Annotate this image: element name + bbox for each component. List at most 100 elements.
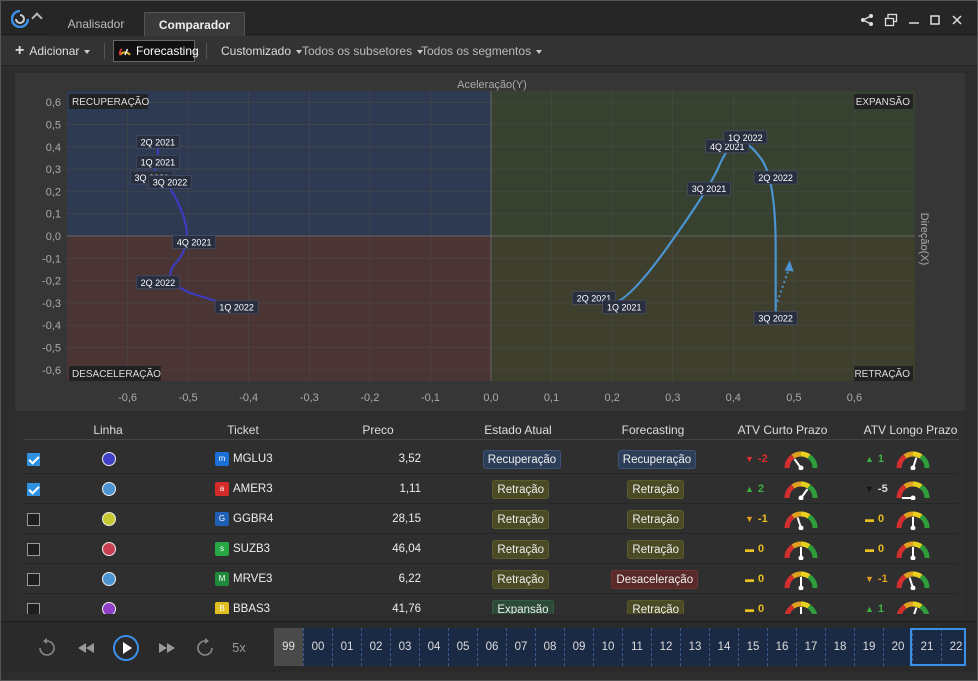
- table-row[interactable]: M MRVE3 6,22 Retração Desaceleração ▬ 0 ▼ -1: [23, 564, 959, 594]
- forecasting-label: Forecasting: [136, 44, 199, 58]
- y-tick-label: 0,4: [46, 142, 61, 154]
- row-checkbox[interactable]: [27, 453, 40, 466]
- forecast-badge: Recuperação: [617, 450, 697, 469]
- share-icon[interactable]: [860, 13, 874, 27]
- play-icon[interactable]: [112, 634, 140, 662]
- year-20[interactable]: 20: [883, 628, 912, 666]
- year-03[interactable]: 03: [390, 628, 419, 666]
- year-19[interactable]: 19: [854, 628, 883, 666]
- x-tick-label: -0,6: [118, 392, 137, 404]
- quadrant-label: EXPANSÃO: [856, 95, 910, 108]
- year-02[interactable]: 02: [361, 628, 390, 666]
- year-01[interactable]: 01: [332, 628, 361, 666]
- row-checkbox[interactable]: [27, 483, 40, 496]
- year-07[interactable]: 07: [506, 628, 535, 666]
- point-label: 3Q 2022: [153, 177, 188, 187]
- ticker-name: SUZB3: [233, 543, 271, 555]
- year-13[interactable]: 13: [680, 628, 709, 666]
- replay-icon[interactable]: [35, 636, 59, 660]
- popout-icon[interactable]: [884, 13, 898, 27]
- x-tick-label: 0,5: [786, 392, 801, 404]
- custom-dropdown[interactable]: Customizado: [221, 36, 303, 66]
- row-checkbox[interactable]: [27, 573, 40, 586]
- table-row[interactable]: a AMER3 1,11 Retração Retração ▲ 2 ▼ -5: [23, 474, 959, 504]
- tab-comparador[interactable]: Comparador: [144, 12, 245, 36]
- add-label: Adicionar: [29, 44, 80, 58]
- collapse-icon[interactable]: [31, 12, 43, 24]
- x-tick-label: -0,3: [300, 392, 319, 404]
- x-tick-label: 0,1: [544, 392, 559, 404]
- table-row[interactable]: s SUZB3 46,04 Retração Retração ▬ 0 ▬ 0: [23, 534, 959, 564]
- timeline-selection[interactable]: [910, 628, 966, 666]
- chart-svg: -0,6 -0,5 -0,4 -0,3 -0,2 -0,1 0,0 0,1 0,2 0,3 0,4 0…: [42, 79, 930, 404]
- year-99[interactable]: 99: [274, 628, 303, 666]
- year-11[interactable]: 11: [622, 628, 651, 666]
- year-14[interactable]: 14: [709, 628, 738, 666]
- segments-dropdown[interactable]: Todos os segmentos: [421, 36, 543, 66]
- col-atv-curto[interactable]: ATV Curto Prazo: [735, 423, 830, 437]
- forecast-badge: Retração: [627, 480, 685, 499]
- line-color-swatch[interactable]: [102, 512, 116, 526]
- year-12[interactable]: 12: [651, 628, 680, 666]
- loop-icon[interactable]: [193, 636, 217, 660]
- row-checkbox[interactable]: [27, 513, 40, 526]
- col-estado-atual[interactable]: Estado Atual: [473, 423, 563, 437]
- forecasting-button[interactable]: Forecasting: [113, 40, 199, 62]
- year-04[interactable]: 04: [419, 628, 448, 666]
- year-05[interactable]: 05: [448, 628, 477, 666]
- x-tick-label: -0,4: [239, 392, 258, 404]
- col-linha[interactable]: Linha: [83, 423, 133, 437]
- chevron-down-icon: [536, 49, 543, 54]
- ticker-name: BBAS3: [233, 603, 271, 614]
- col-forecasting[interactable]: Forecasting: [608, 423, 698, 437]
- year-18[interactable]: 18: [825, 628, 854, 666]
- line-color-swatch[interactable]: [102, 452, 116, 466]
- year-15[interactable]: 15: [738, 628, 767, 666]
- point-label: 1Q 2021: [607, 302, 642, 312]
- y-tick-label: 0,3: [46, 164, 61, 176]
- line-color-swatch[interactable]: [102, 572, 116, 586]
- add-button[interactable]: + Adicionar: [15, 36, 91, 66]
- line-color-swatch[interactable]: [102, 542, 116, 556]
- trend-icon: ▼: [745, 514, 754, 524]
- year-06[interactable]: 06: [477, 628, 506, 666]
- year-08[interactable]: 08: [535, 628, 564, 666]
- year-09[interactable]: 09: [564, 628, 593, 666]
- year-10[interactable]: 10: [593, 628, 622, 666]
- col-preco[interactable]: Preco: [343, 423, 413, 437]
- line-color-swatch[interactable]: [102, 482, 116, 496]
- year-17[interactable]: 17: [796, 628, 825, 666]
- line-color-swatch[interactable]: [102, 602, 116, 614]
- table-row[interactable]: G GGBR4 28,15 Retração Retração ▼ -1 ▬ 0: [23, 504, 959, 534]
- row-checkbox[interactable]: [27, 603, 40, 614]
- maximize-icon[interactable]: [928, 13, 942, 27]
- quadrant-label: RECUPERAÇÃO: [72, 95, 149, 108]
- atv-longo-value: ▬ 0: [865, 513, 885, 525]
- y-tick-label: 0,5: [46, 119, 61, 131]
- subsectors-dropdown[interactable]: Todos os subsetores: [302, 36, 424, 66]
- point-label: 3Q 2021: [692, 184, 727, 194]
- close-icon[interactable]: [950, 13, 964, 27]
- y-tick-label: 0,0: [46, 231, 61, 243]
- tab-analisador[interactable]: Analisador: [49, 12, 143, 36]
- atv-longo-value: ▲ 1: [865, 603, 885, 614]
- y-tick-label: -0,2: [42, 276, 61, 288]
- speed-button[interactable]: 5x: [227, 636, 251, 660]
- ticker-logo-icon: B: [215, 602, 229, 614]
- col-atv-longo[interactable]: ATV Longo Prazo: [863, 423, 958, 437]
- atv-longo-value: ▲ 1: [865, 453, 885, 465]
- table-row[interactable]: m MGLU3 3,52 Recuperação Recuperação ▼ -2 ▲ 1: [23, 444, 959, 474]
- row-checkbox[interactable]: [27, 543, 40, 556]
- point-label: 2Q 2021: [141, 137, 176, 147]
- ticker-name: MRVE3: [233, 573, 273, 585]
- year-timeline[interactable]: 99 00 01 02 03 04 05 06 07 08 09 10 11 12 13 14 15 16 17 18…: [274, 628, 966, 666]
- col-ticket[interactable]: Ticket: [203, 423, 283, 437]
- table-row[interactable]: B BBAS3 41,76 Expansão Retração ▬ 0 ▲ 1: [23, 594, 959, 614]
- year-16[interactable]: 16: [767, 628, 796, 666]
- toolbar: + Adicionar Forecasting Customizado Todos…: [1, 36, 977, 66]
- rewind-icon[interactable]: [74, 636, 98, 660]
- estado-badge: Retração: [492, 570, 550, 589]
- year-00[interactable]: 00: [303, 628, 332, 666]
- fast-forward-icon[interactable]: [155, 636, 179, 660]
- minimize-icon[interactable]: [907, 13, 921, 27]
